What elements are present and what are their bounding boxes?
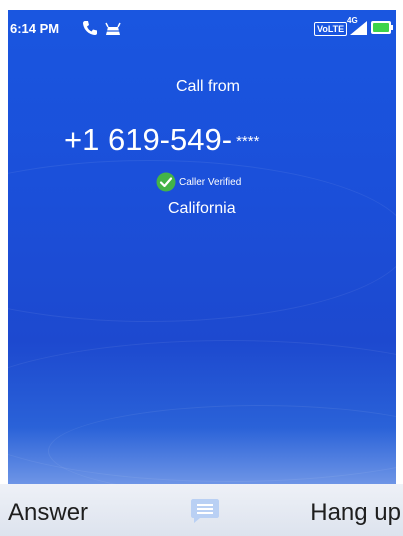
caller-verified-badge: Caller Verified <box>156 172 241 192</box>
status-bar: 6:14 PM VoLTE 4G <box>8 10 396 48</box>
softkey-bar: Answer Hang up <box>0 484 403 536</box>
hang-up-button[interactable]: Hang up <box>310 499 401 527</box>
signal-icon <box>350 21 367 35</box>
volte-icon: VoLTE <box>314 22 348 36</box>
caller-verified-label: Caller Verified <box>179 176 242 188</box>
call-from-label: Call from <box>175 78 240 95</box>
caller-number-masked: **** <box>236 133 260 151</box>
message-icon[interactable] <box>190 498 220 524</box>
caller-number: +1 619-549- **** <box>64 122 259 158</box>
answer-button[interactable]: Answer <box>8 499 88 527</box>
battery-icon <box>371 21 393 34</box>
caller-number-digits: +1 619-549- <box>64 122 233 157</box>
phone-call-icon <box>83 21 97 35</box>
verified-check-icon <box>156 172 176 192</box>
status-time: 6:14 PM <box>10 21 60 36</box>
caller-location: California <box>168 200 236 217</box>
android-debug-icon <box>105 22 121 35</box>
incoming-call-screen: 6:14 PM VoLTE 4G Call from +1 619-549- **… <box>8 10 396 484</box>
